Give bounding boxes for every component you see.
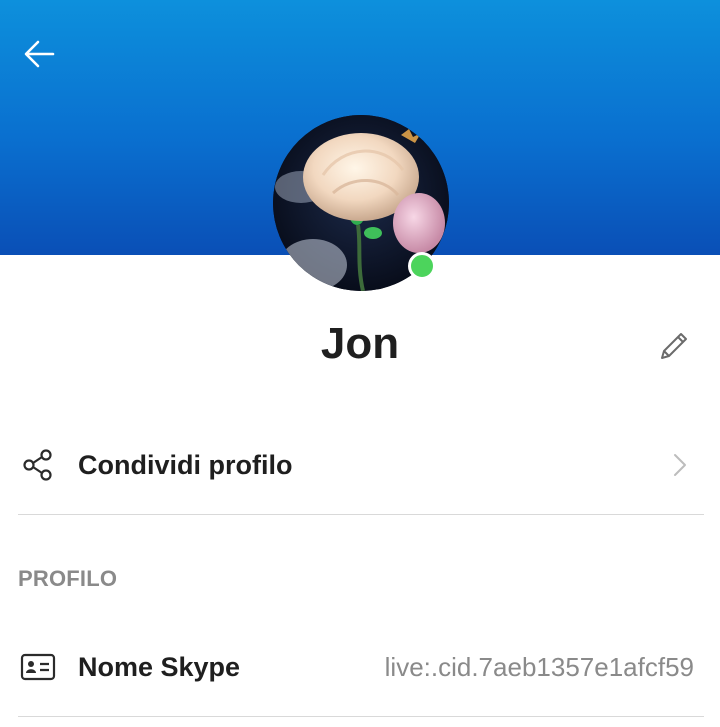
divider: [18, 514, 704, 515]
skype-name-label: Nome Skype: [78, 651, 241, 682]
skype-name-row[interactable]: Nome Skype live:.cid.7aeb1357e1afcf59: [18, 622, 704, 712]
divider: [18, 716, 704, 717]
presence-online-indicator: [408, 252, 436, 280]
chevron-right-icon: [670, 451, 690, 479]
share-icon: [18, 445, 58, 485]
arrow-left-icon: [24, 40, 55, 68]
back-button[interactable]: [14, 30, 64, 78]
skype-name-value: live:.cid.7aeb1357e1afcf59: [384, 651, 694, 682]
id-card-icon: [18, 647, 58, 687]
share-profile-row[interactable]: Condividi profilo: [18, 420, 704, 510]
section-title-profile: PROFILO: [18, 566, 118, 591]
edit-name-button[interactable]: [650, 322, 698, 370]
profile-name: Jon: [320, 319, 400, 368]
avatar-container: [273, 115, 449, 291]
share-profile-label: Condividi profilo: [78, 449, 293, 480]
pencil-icon: [661, 333, 687, 359]
